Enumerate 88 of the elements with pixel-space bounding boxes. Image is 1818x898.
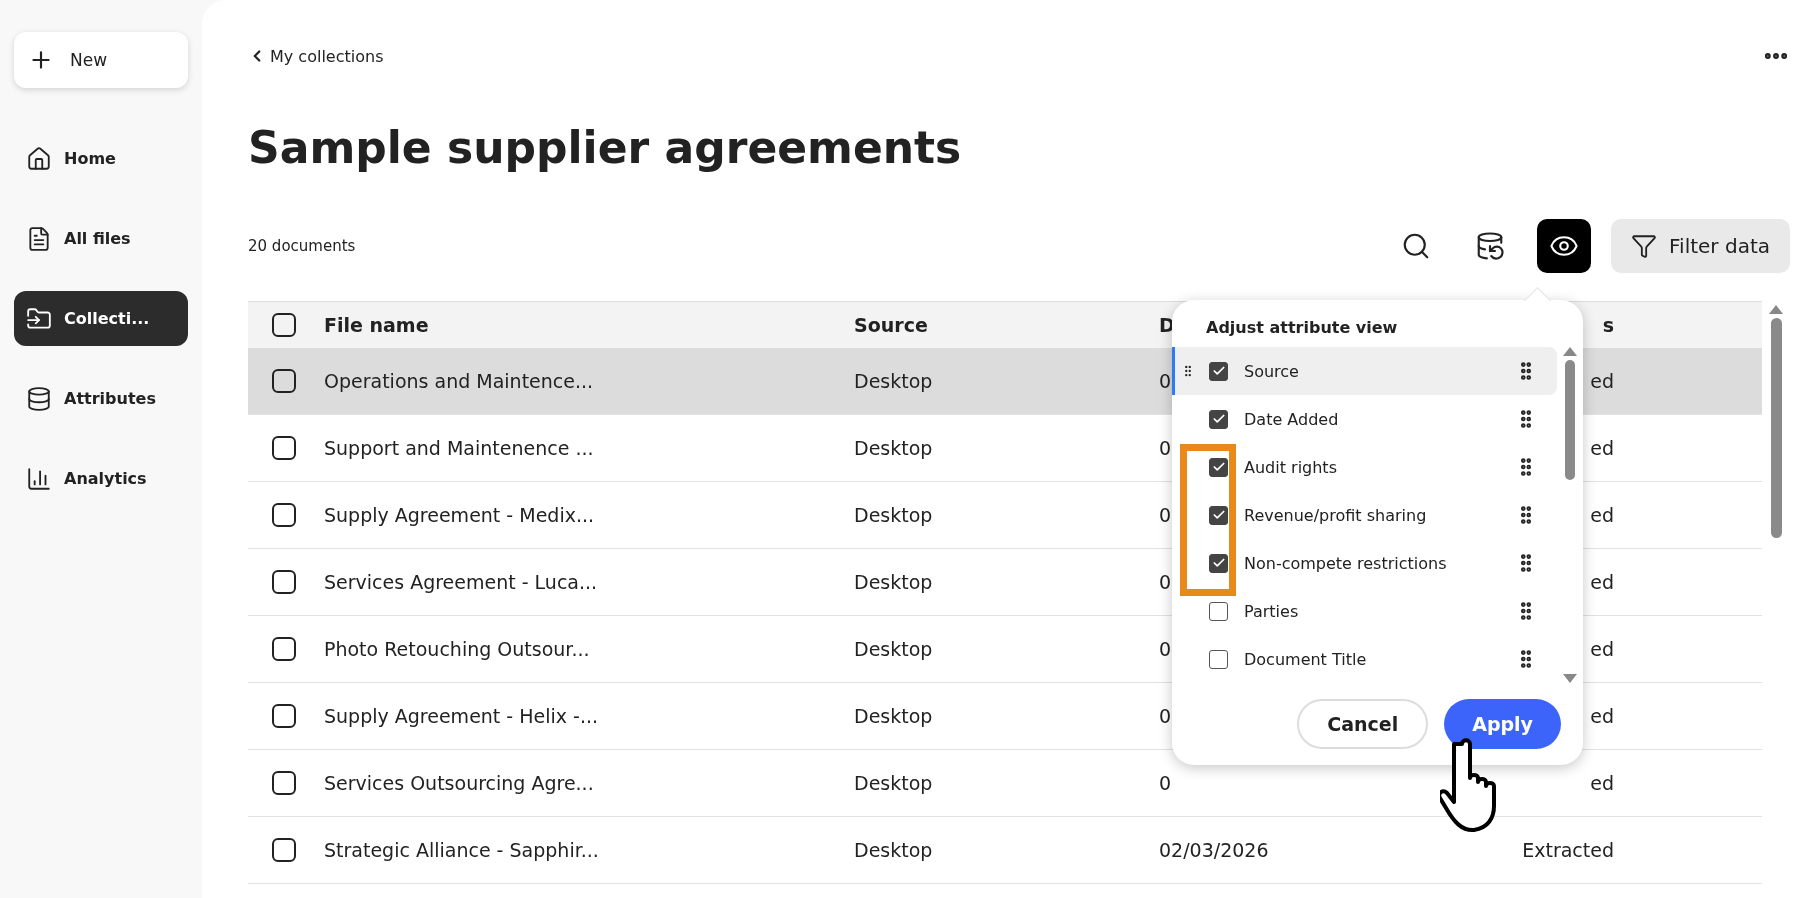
- table-cell: Strategic Alliance - Sapphir...: [324, 839, 599, 861]
- row-checkbox[interactable]: [272, 436, 296, 460]
- column-header[interactable]: File name: [324, 314, 429, 336]
- table-cell: Supply Agreement - Medix...: [324, 504, 595, 526]
- table-cell: Services Agreement - Luca...: [324, 571, 598, 593]
- table-cell: ed: [1590, 571, 1614, 593]
- table-cell: Desktop: [854, 705, 933, 727]
- check-icon: [1211, 412, 1226, 426]
- attribute-checkbox[interactable]: [1209, 409, 1228, 429]
- nav-item[interactable]: Collecti...: [14, 291, 188, 346]
- check-icon: [1211, 364, 1226, 378]
- row-checkbox[interactable]: [272, 838, 296, 862]
- table-cell: ed: [1590, 504, 1614, 526]
- column-header[interactable]: Source: [854, 314, 928, 336]
- row-checkbox[interactable]: [272, 503, 296, 527]
- table-cell: 0: [1159, 772, 1172, 794]
- database-sync-icon: [1475, 231, 1506, 261]
- home-icon: [26, 145, 52, 172]
- file-icon: [26, 225, 52, 252]
- table-cell: Support and Maintenence ...: [324, 437, 594, 459]
- table-cell: ed: [1590, 705, 1614, 727]
- filter-button[interactable]: Filter data: [1611, 219, 1790, 273]
- folder-icon: [26, 305, 52, 332]
- attribute-item[interactable]: Revenue/profit sharing: [1172, 491, 1557, 539]
- table-cell: 0: [1159, 571, 1172, 593]
- view-button[interactable]: [1537, 219, 1592, 273]
- funnel-icon: [1631, 233, 1658, 259]
- attribute-checkbox[interactable]: [1209, 505, 1228, 525]
- nav-item[interactable]: Analytics: [14, 451, 188, 506]
- check-icon: [1211, 556, 1226, 570]
- table-cell: Desktop: [854, 772, 933, 794]
- attribute-label: Source: [1244, 361, 1300, 381]
- table-cell: Photo Retouching Outsour...: [324, 638, 590, 660]
- table-cell: Desktop: [854, 638, 933, 660]
- table-cell: 0: [1159, 437, 1172, 459]
- table-cell: Services Outsourcing Agre...: [324, 772, 594, 794]
- attribute-item[interactable]: Document Title: [1172, 635, 1557, 683]
- new-button[interactable]: New: [14, 32, 188, 88]
- bar-chart-icon: [26, 465, 52, 492]
- attribute-label: Audit rights: [1244, 457, 1338, 477]
- table-cell: Supply Agreement - Helix -...: [324, 705, 599, 727]
- attribute-item[interactable]: Source: [1172, 347, 1557, 395]
- attribute-checkbox[interactable]: [1209, 649, 1228, 669]
- attribute-checkbox[interactable]: [1209, 553, 1228, 573]
- attribute-checkbox[interactable]: [1209, 361, 1228, 381]
- nav-item[interactable]: All files: [14, 211, 188, 266]
- table-cell: Extracted: [1522, 839, 1614, 861]
- apply-button[interactable]: Apply: [1444, 699, 1561, 749]
- scroll-down-icon[interactable]: [1563, 674, 1577, 683]
- attribute-checkbox[interactable]: [1209, 457, 1228, 477]
- column-header[interactable]: s: [1602, 314, 1614, 336]
- scrollbar-thumb[interactable]: [1770, 318, 1782, 538]
- row-checkbox[interactable]: [272, 637, 296, 661]
- check-icon: [1211, 460, 1226, 474]
- table-cell: ed: [1590, 370, 1614, 392]
- page-title: Sample supplier agreements: [248, 122, 963, 173]
- table-cell: Desktop: [854, 370, 933, 392]
- row-checkbox[interactable]: [272, 771, 296, 795]
- table-cell: Desktop: [854, 839, 933, 861]
- nav-item[interactable]: Attributes: [14, 371, 188, 426]
- table-cell: 02/03/2026: [1159, 839, 1269, 861]
- table-cell: 0: [1159, 638, 1172, 660]
- row-checkbox[interactable]: [272, 570, 296, 594]
- popover-title: Adjust attribute view: [1205, 318, 1399, 339]
- table-cell: ed: [1590, 437, 1614, 459]
- select-all-checkbox[interactable]: [272, 313, 296, 337]
- table-cell: 0: [1159, 370, 1172, 392]
- back-link[interactable]: My collections: [248, 46, 384, 66]
- table-cell: Desktop: [854, 437, 933, 459]
- table-cell: Desktop: [854, 571, 933, 593]
- table-cell: 0: [1159, 504, 1172, 526]
- nav-item[interactable]: Home: [14, 131, 188, 186]
- table-cell: Operations and Maintence...: [324, 370, 594, 392]
- table-cell: ed: [1590, 638, 1614, 660]
- table-cell: ed: [1590, 772, 1614, 794]
- row-checkbox[interactable]: [272, 369, 296, 393]
- row-checkbox[interactable]: [272, 704, 296, 728]
- check-icon: [1211, 508, 1226, 522]
- table-cell: Desktop: [854, 504, 933, 526]
- attribute-label: Document Title: [1244, 649, 1368, 669]
- attribute-label: Revenue/profit sharing: [1244, 505, 1428, 525]
- database-icon: [26, 385, 52, 412]
- table-cell: 0: [1159, 705, 1172, 727]
- cancel-button[interactable]: Cancel: [1297, 699, 1429, 749]
- scrollbar-thumb[interactable]: [1565, 360, 1575, 480]
- attribute-label: Non-compete restrictions: [1244, 553, 1448, 573]
- attribute-checkbox[interactable]: [1209, 601, 1228, 621]
- document-count: 20 documents: [248, 237, 356, 255]
